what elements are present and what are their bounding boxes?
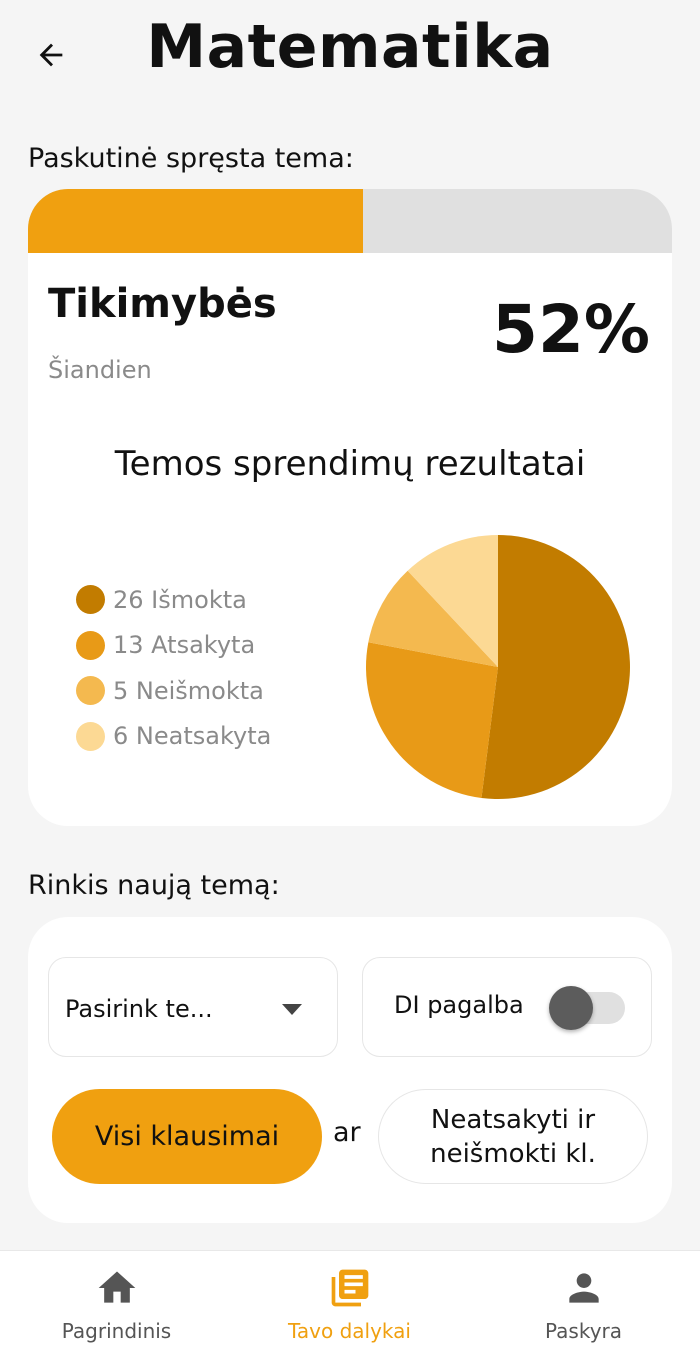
page-title: Matematika: [146, 12, 554, 82]
unanswered-button-line2: neišmokti kl.: [430, 1138, 596, 1169]
legend-item: 5 Neišmokta: [76, 668, 271, 714]
ai-help-label: DI pagalba: [394, 991, 524, 1019]
person-icon: [568, 1273, 599, 1303]
progress-fill: [28, 189, 363, 253]
home-icon: [98, 1271, 135, 1303]
legend-dot: [76, 585, 105, 615]
legend-label: 6 Neatsakyta: [113, 722, 272, 751]
legend-label: 5 Neišmokta: [113, 676, 264, 705]
nav-label-subjects: Tavo dalykai: [288, 1319, 411, 1343]
pie-slice-atsakyta: [366, 642, 498, 798]
legend-label: 26 Išmokta: [113, 585, 247, 614]
header: Matematika: [0, 0, 700, 110]
nav-item-subjects[interactable]: Tavo dalykai: [233, 1251, 466, 1366]
last-topic-label: Paskutinė spręsta tema:: [28, 143, 354, 174]
ai-help-toggle[interactable]: [549, 986, 625, 1030]
ai-help-box: DI pagalba: [362, 957, 652, 1057]
topic-date: Šiandien: [48, 356, 152, 384]
nav-label-home: Pagrindinis: [61, 1319, 172, 1343]
or-text: ar: [333, 1117, 361, 1148]
all-questions-button[interactable]: Visi klausimai: [52, 1089, 322, 1184]
legend-dot: [76, 676, 105, 706]
progress-bar: [28, 189, 672, 253]
bottom-navigation: Pagrindinis Tavo dalykai Paskyra: [0, 1250, 700, 1366]
unanswered-button-label: Neatsakyti ir neišmokti kl.: [430, 1103, 596, 1171]
caret-down-icon: [282, 1004, 302, 1015]
unanswered-button-line1: Neatsakyti ir: [430, 1104, 596, 1135]
pie-slice-išmokta: [481, 535, 630, 799]
legend-dot: [76, 721, 105, 751]
nav-item-home[interactable]: Pagrindinis: [0, 1251, 233, 1366]
subject-page: Matematika Paskutinė spręsta tema: Tikim…: [0, 0, 700, 1366]
unanswered-questions-button[interactable]: Neatsakyti ir neišmokti kl.: [378, 1089, 648, 1184]
chart-legend: 26 Išmokta 13 Atsakyta 5 Neišmokta 6 Nea…: [76, 577, 271, 759]
legend-item: 13 Atsakyta: [76, 623, 271, 669]
nav-item-account[interactable]: Paskyra: [467, 1251, 700, 1366]
library-icon: [331, 1269, 368, 1307]
topic-name: Tikimybės: [48, 281, 277, 327]
legend-item: 6 Neatsakyta: [76, 714, 271, 760]
legend-label: 13 Atsakyta: [113, 631, 256, 660]
new-topic-card: Pasirink te... DI pagalba Visi klausimai…: [28, 917, 672, 1223]
results-title: Temos sprendimų rezultatai: [114, 444, 586, 484]
topic-percent: 52%: [492, 291, 650, 368]
legend-dot: [76, 630, 105, 660]
results-pie-chart: [366, 535, 630, 799]
new-topic-label: Rinkis naują temą:: [28, 870, 280, 901]
nav-label-account: Paskyra: [544, 1319, 623, 1343]
legend-item: 26 Išmokta: [76, 577, 271, 623]
topic-select-value: Pasirink te...: [65, 995, 213, 1023]
toggle-thumb: [549, 986, 593, 1030]
topic-select[interactable]: Pasirink te...: [48, 957, 338, 1057]
last-topic-card[interactable]: Tikimybės Šiandien 52% Temos sprendimų r…: [28, 189, 672, 826]
